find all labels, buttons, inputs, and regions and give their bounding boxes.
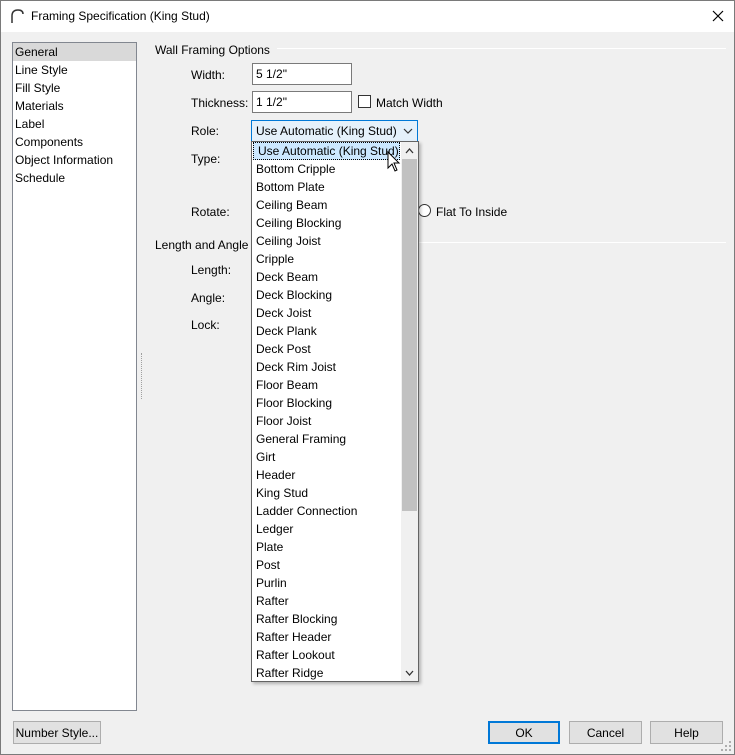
role-option[interactable]: Header (252, 466, 400, 484)
rotate-label: Rotate: (191, 205, 230, 219)
nav-item-components[interactable]: Components (13, 133, 136, 151)
role-option[interactable]: Deck Joist (252, 304, 400, 322)
arch-app-icon (11, 9, 24, 23)
role-option[interactable]: Plate (252, 538, 400, 556)
role-option[interactable]: Rafter Lookout (252, 646, 400, 664)
role-dropdown-list[interactable]: Use Automatic (King Stud) Bottom Cripple B… (251, 141, 419, 682)
role-option[interactable]: Rafter (252, 592, 400, 610)
role-option[interactable]: Ceiling Beam (252, 196, 400, 214)
width-input[interactable] (252, 63, 352, 85)
nav-item-general[interactable]: General (13, 43, 136, 61)
length-angle-divider (418, 242, 726, 243)
role-option[interactable]: Ceiling Blocking (252, 214, 400, 232)
panel-splitter[interactable] (141, 353, 143, 399)
flat-to-inside-radio[interactable] (418, 204, 431, 217)
role-option[interactable]: Floor Blocking (252, 394, 400, 412)
role-option[interactable]: Rafter Header (252, 628, 400, 646)
role-dropdown-items: Use Automatic (King Stud) Bottom Cripple B… (252, 142, 400, 681)
length-label: Length: (191, 263, 232, 277)
role-option[interactable]: Deck Plank (252, 322, 400, 340)
role-option[interactable]: Deck Rim Joist (252, 358, 400, 376)
role-option[interactable]: Post (252, 556, 400, 574)
chevron-up-icon (405, 147, 414, 153)
ok-button[interactable]: OK (488, 721, 560, 744)
mouse-pointer-icon (387, 151, 401, 172)
title-bar: Framing Specification (King Stud) (1, 1, 734, 32)
role-option[interactable]: Ladder Connection (252, 502, 400, 520)
nav-item-schedule[interactable]: Schedule (13, 169, 136, 187)
close-icon (712, 10, 724, 22)
scroll-down-button[interactable] (401, 664, 418, 681)
lock-label: Lock: (191, 318, 220, 332)
role-option[interactable]: Girt (252, 448, 400, 466)
match-width-label: Match Width (376, 96, 443, 110)
wall-framing-group-label: Wall Framing Options (155, 43, 270, 57)
role-label: Role: (191, 124, 220, 138)
wall-framing-divider (277, 48, 726, 49)
role-option[interactable]: Purlin (252, 574, 400, 592)
role-select[interactable]: Use Automatic (King Stud) (251, 120, 418, 142)
help-button[interactable]: Help (650, 721, 723, 744)
chevron-down-icon (405, 670, 414, 676)
thickness-label: Thickness: (191, 96, 249, 110)
scrollbar-thumb[interactable] (402, 159, 417, 511)
role-option[interactable]: Floor Joist (252, 412, 400, 430)
nav-item-label[interactable]: Label (13, 115, 136, 133)
role-select-value: Use Automatic (King Stud) (256, 124, 397, 138)
role-option[interactable]: Deck Post (252, 340, 400, 358)
role-option[interactable]: Cripple (252, 250, 400, 268)
window-title: Framing Specification (King Stud) (31, 9, 210, 23)
role-option[interactable]: Bottom Plate (252, 178, 400, 196)
angle-label: Angle: (191, 291, 226, 305)
nav-item-materials[interactable]: Materials (13, 97, 136, 115)
role-option[interactable]: Ceiling Joist (252, 232, 400, 250)
nav-item-line-style[interactable]: Line Style (13, 61, 136, 79)
match-width-checkbox[interactable] (358, 95, 371, 108)
nav-item-fill-style[interactable]: Fill Style (13, 79, 136, 97)
width-label: Width: (191, 68, 226, 82)
number-style-button[interactable]: Number Style... (13, 721, 101, 744)
role-option[interactable]: Deck Beam (252, 268, 400, 286)
scroll-up-button[interactable] (401, 142, 418, 159)
resize-grip-icon[interactable] (720, 740, 732, 752)
role-option[interactable]: Use Automatic (King Stud) (253, 142, 400, 160)
role-option[interactable]: General Framing (252, 430, 400, 448)
role-option[interactable]: Ledger (252, 520, 400, 538)
chevron-down-icon (403, 128, 413, 134)
flat-to-inside-label: Flat To Inside (436, 205, 508, 219)
thickness-input[interactable] (252, 91, 352, 113)
role-option[interactable]: King Stud (252, 484, 400, 502)
dialog-window: Framing Specification (King Stud) Genera… (0, 0, 735, 755)
length-angle-group-label: Length and Angle (155, 238, 249, 252)
role-option[interactable]: Floor Beam (252, 376, 400, 394)
type-label: Type: (191, 152, 221, 166)
category-list[interactable]: General Line Style Fill Style Materials … (12, 42, 137, 711)
cancel-button[interactable]: Cancel (569, 721, 642, 744)
role-option[interactable]: Rafter Blocking (252, 610, 400, 628)
role-option[interactable]: Deck Blocking (252, 286, 400, 304)
role-option[interactable]: Rafter Ridge (252, 664, 400, 681)
dropdown-scrollbar[interactable] (401, 142, 418, 681)
nav-item-object-information[interactable]: Object Information (13, 151, 136, 169)
close-button[interactable] (702, 1, 734, 31)
role-option[interactable]: Bottom Cripple (252, 160, 400, 178)
